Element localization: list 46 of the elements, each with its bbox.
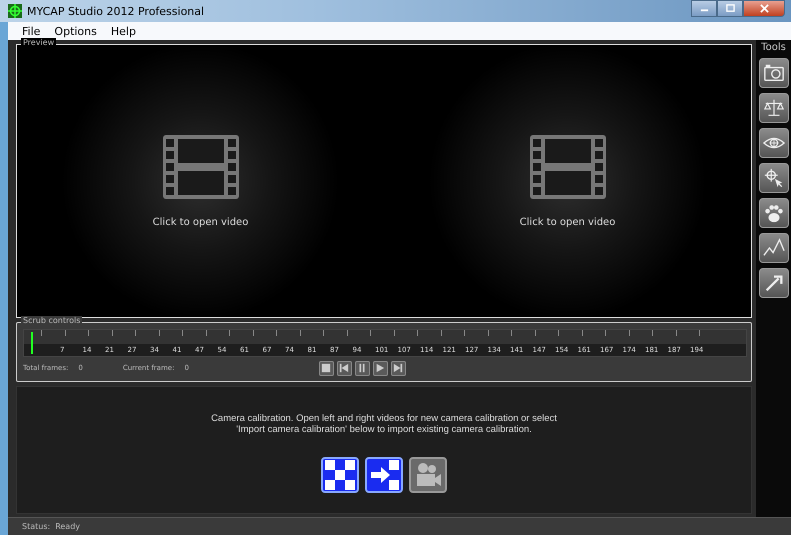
panel-legend: Preview [21,38,56,48]
import-calibration-button[interactable] [365,457,403,493]
skip-forward-icon [393,363,404,373]
menu-item[interactable]: File [22,24,40,38]
pause-button[interactable] [354,360,370,376]
paw-icon [762,202,784,224]
play-icon [375,363,386,373]
checkerboard-icon [325,460,355,490]
graph-tool[interactable] [758,233,788,263]
status-label: Status: [22,522,50,531]
menu-item[interactable]: Help [110,24,136,38]
skip-forward-button[interactable] [390,360,406,376]
arrow-tool[interactable] [758,268,788,298]
eye-tool[interactable] [758,128,788,158]
stop-icon [321,363,332,373]
minimize-button[interactable] [691,0,717,17]
play-button[interactable] [372,360,388,376]
arrow-grid-icon [369,460,399,490]
crosshair-cursor-icon [762,167,784,189]
close-icon [760,4,768,13]
menu-item[interactable]: Options [54,24,97,38]
tools-heading: Tools [761,42,786,53]
panel-legend: Scrub controls [21,316,82,326]
app-logo-icon [8,4,22,18]
open-video-label: Click to open video [520,216,616,228]
stop-button[interactable] [318,360,334,376]
camera-icon [762,62,784,84]
skip-back-icon [339,363,350,373]
scale-icon [762,97,784,119]
paw-tool[interactable] [758,198,788,228]
scale-tool[interactable] [758,93,788,123]
calibration-message: Camera calibration. Open left and right videos for new camera calibration or select 'Import camera calibration' below to import existing camera calibration. [211,413,557,435]
film-icon [530,134,606,198]
skip-back-button[interactable] [336,360,352,376]
maximize-button[interactable] [717,0,743,17]
maximize-icon [726,4,734,13]
crosshair-tool[interactable] [758,163,788,193]
close-button[interactable] [743,0,785,17]
open-video-label: Click to open video [152,216,248,228]
window-title: MYCAP Studio 2012 Professional [27,4,204,18]
camera-tool[interactable] [758,58,788,88]
pause-icon [357,363,368,373]
status-value: Ready [55,522,80,531]
new-calibration-button[interactable] [321,457,359,493]
film-icon [162,134,238,198]
playhead-marker[interactable] [31,332,33,354]
